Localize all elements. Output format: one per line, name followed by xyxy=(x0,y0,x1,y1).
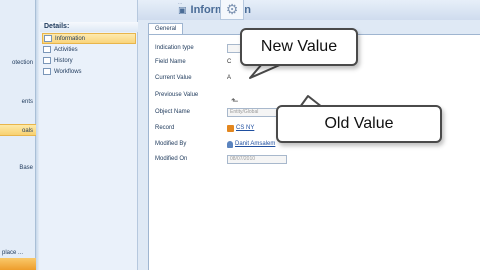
old-value-callout-text: Old Value xyxy=(324,115,394,132)
new-value-callout: New Value xyxy=(240,28,358,66)
old-value-callout: Old Value xyxy=(276,105,442,143)
new-value-callout-text: New Value xyxy=(260,38,338,55)
new-value-pointer-shape xyxy=(249,63,283,79)
cursor-icon: ⬑ xyxy=(231,96,239,106)
